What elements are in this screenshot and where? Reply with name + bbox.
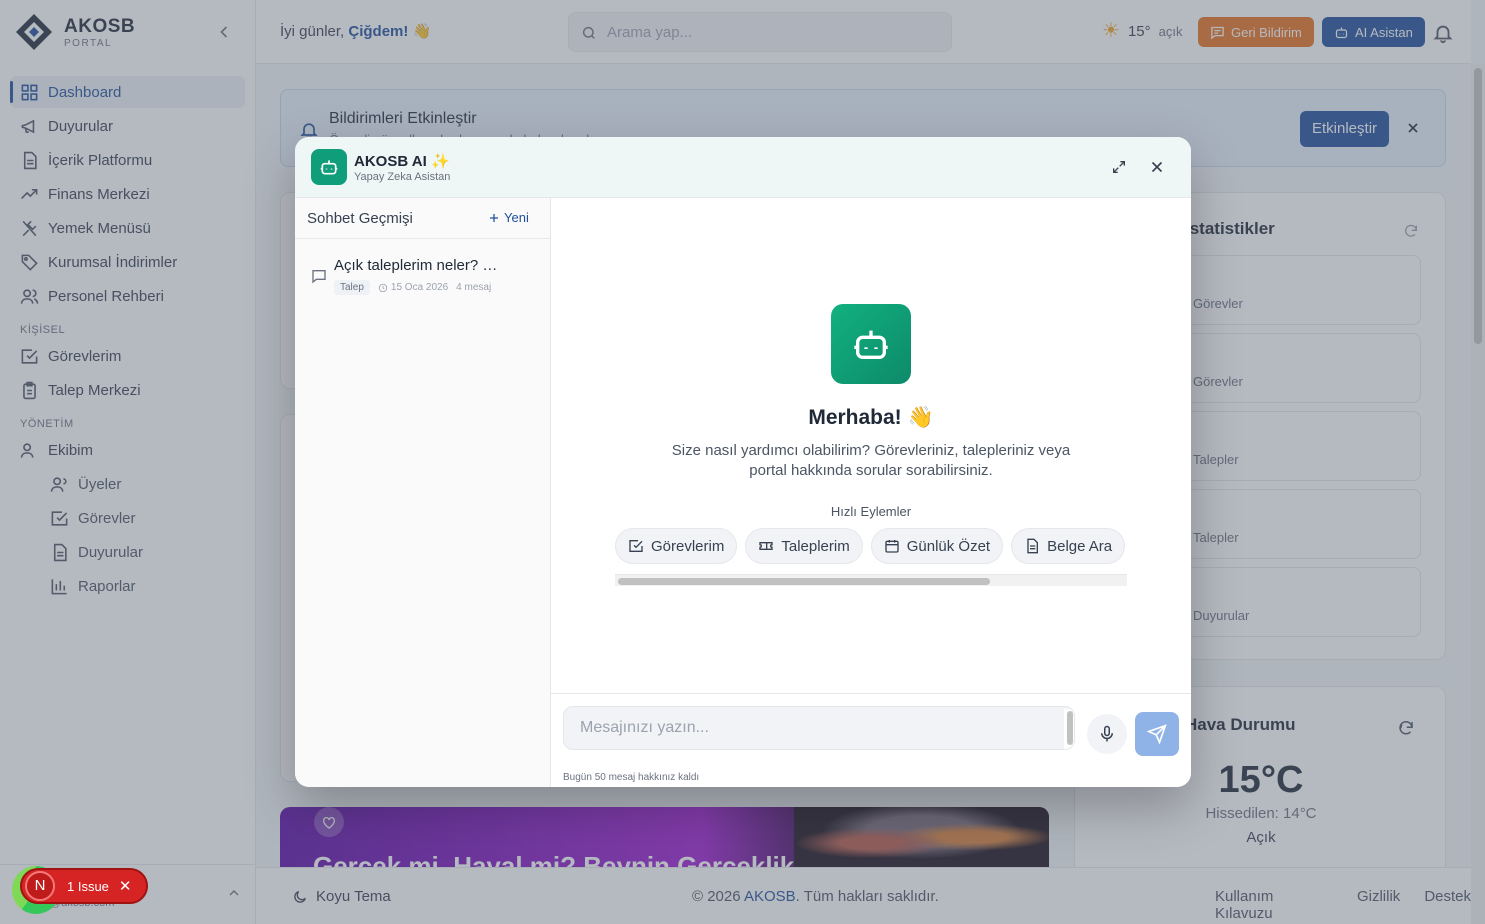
quick-actions-label: Hızlı Eylemler (830, 504, 912, 519)
conversation-tag: Talep (334, 280, 370, 295)
robot-icon (854, 330, 888, 359)
dev-issues-badge[interactable]: N 1 Issue ✕ (12, 866, 148, 914)
robot-icon (320, 160, 338, 175)
quick-action-label: Görevlerim (651, 537, 725, 555)
calendar-icon (885, 540, 899, 553)
quick-action-label: Belge Ara (1047, 537, 1113, 555)
conversation-date-text: 15 Oca 2026 (390, 282, 449, 293)
quick-actions-scrollbar[interactable] (615, 574, 1127, 586)
modal-title-text: AKOSB AI (354, 153, 427, 170)
issues-count: 1 Issue (67, 878, 109, 894)
ai-avatar (311, 149, 347, 185)
microphone-icon (1101, 725, 1113, 742)
issues-pill[interactable]: N 1 Issue ✕ (20, 868, 148, 904)
message-composer: Bugün 50 mesaj hakkınız kaldı (551, 693, 1191, 787)
welcome-title: Merhaba! 👋 (808, 406, 934, 429)
quick-action-my-requests[interactable]: Taleplerim (745, 528, 863, 564)
modal-subtitle: Yapay Zeka Asistan (354, 171, 451, 183)
voice-input-button[interactable] (1087, 714, 1127, 754)
chat-history-header: Sohbet Geçmişi Yeni (295, 198, 550, 239)
modal-header: AKOSB AI ✨ Yapay Zeka Asistan (295, 137, 1191, 198)
message-input-scrollbar[interactable] (1064, 709, 1074, 749)
plus-icon (490, 213, 498, 222)
conversation-title: Açık taleplerim neler? Detaylı bilgi ver (334, 257, 504, 274)
quick-action-label: Günlük Özet (906, 537, 991, 555)
message-input[interactable] (580, 707, 1050, 749)
document-icon (1027, 538, 1039, 554)
conversation-count: 4 mesaj (456, 282, 492, 293)
conversation-item[interactable]: Açık taleplerim neler? Detaylı bilgi ver… (303, 250, 543, 306)
close-icon[interactable] (1148, 158, 1166, 176)
new-chat-label: Yeni (504, 210, 529, 225)
expand-icon[interactable] (1111, 159, 1127, 175)
ticket-icon (759, 542, 774, 550)
check-square-icon (629, 540, 643, 552)
chat-history-panel: Sohbet Geçmişi Yeni Açık taleplerim nele… (295, 198, 551, 787)
quick-actions-scroller[interactable]: Görevlerim Taleplerim Günlük Özet Belge … (615, 528, 1127, 586)
message-input-box[interactable] (563, 706, 1075, 750)
message-quota: Bugün 50 mesaj hakkınız kaldı (563, 772, 700, 783)
send-icon (1147, 724, 1167, 744)
chat-history-title: Sohbet Geçmişi (307, 210, 413, 227)
next-logo-icon: N (25, 871, 55, 901)
quick-action-daily-summary[interactable]: Günlük Özet (870, 528, 1004, 564)
close-icon[interactable]: ✕ (119, 877, 132, 895)
clock-icon (378, 283, 388, 292)
quick-actions: Görevlerim Taleplerim Günlük Özet Belge … (615, 528, 1127, 564)
quick-action-search-document[interactable]: Belge Ara (1011, 528, 1126, 564)
chat-bubble-icon (312, 270, 326, 284)
conversation-date: 15 Oca 2026 (378, 282, 448, 293)
new-chat-button[interactable]: Yeni (488, 210, 529, 225)
welcome-description: Size nasıl yardımcı olabilirim? Görevler… (671, 442, 1071, 479)
conversation-meta: Talep 15 Oca 2026 4 mesaj (334, 280, 491, 295)
sparkles-icon: ✨ (430, 153, 450, 170)
send-button[interactable] (1135, 712, 1179, 756)
quick-action-label: Taleplerim (781, 537, 850, 555)
ai-chat-modal: AKOSB AI ✨ Yapay Zeka Asistan Sohbet Geç… (295, 137, 1191, 787)
modal-title: AKOSB AI ✨ (354, 152, 450, 170)
chat-main: Merhaba! 👋 Size nasıl yardımcı olabiliri… (551, 198, 1191, 787)
quick-actions-scroll-thumb[interactable] (618, 578, 990, 585)
ai-hero-avatar (831, 304, 911, 384)
quick-action-my-tasks[interactable]: Görevlerim (615, 528, 738, 564)
